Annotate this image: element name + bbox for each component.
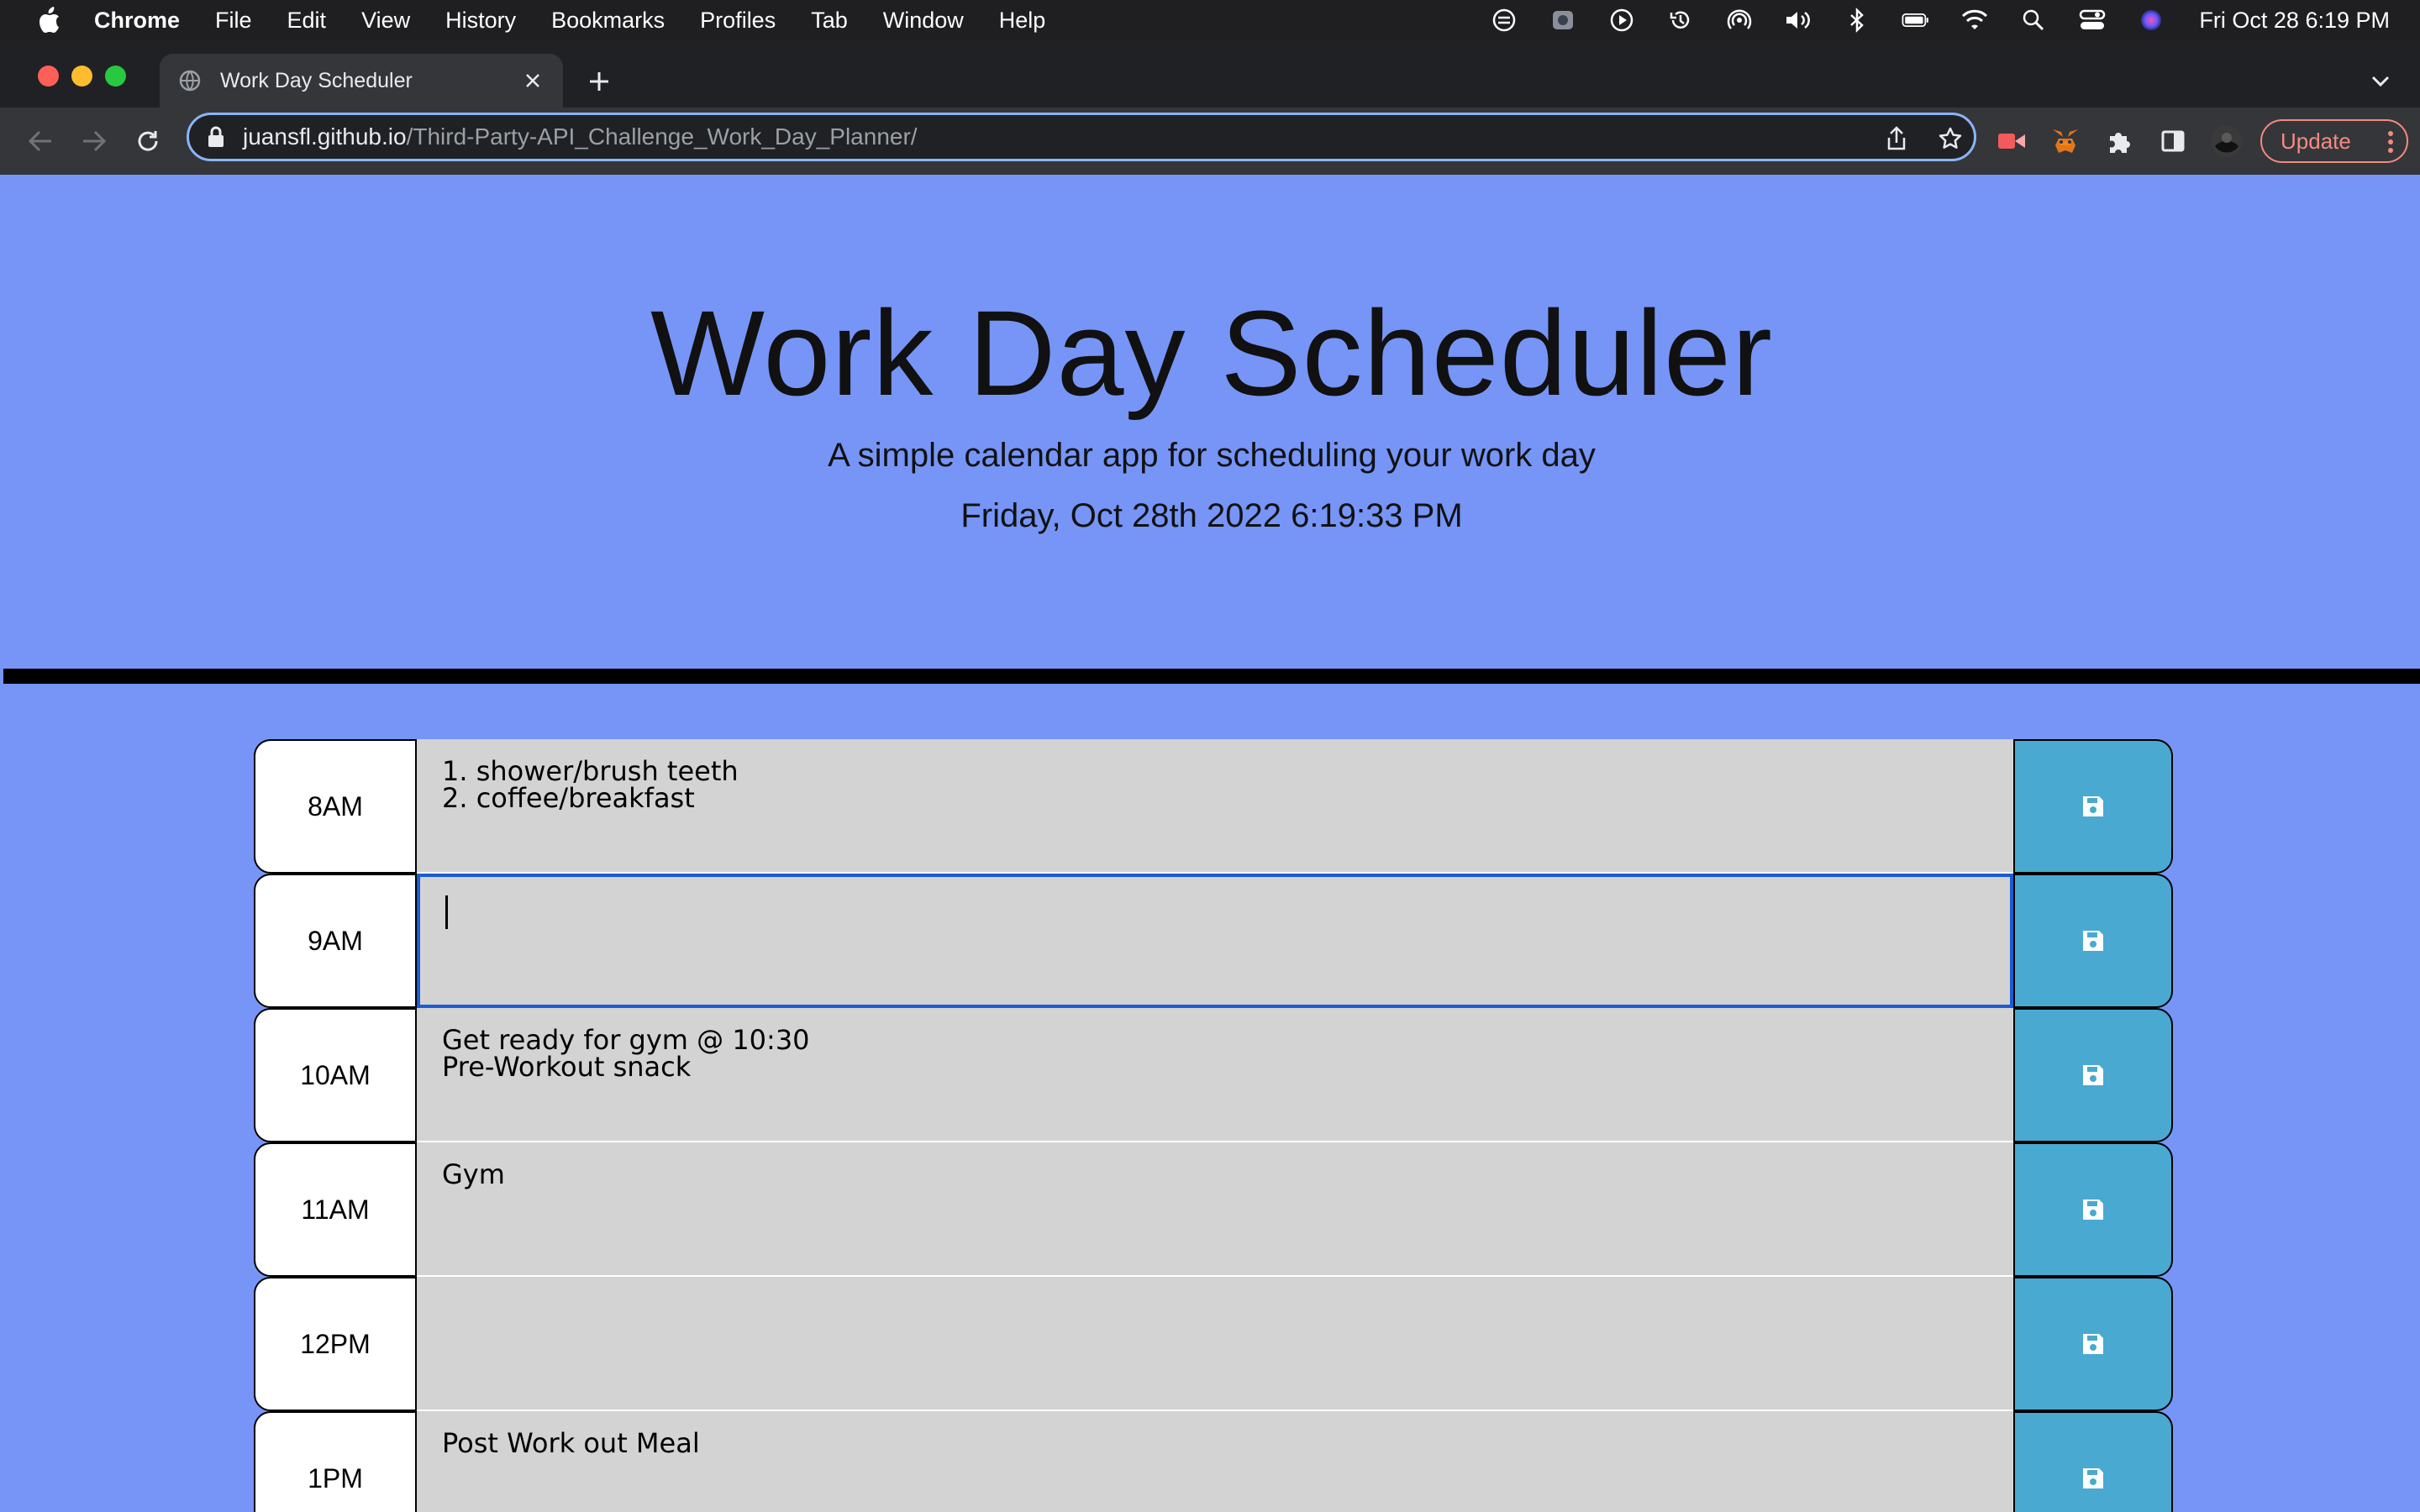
spotlight-search-icon[interactable] (2019, 8, 2048, 33)
time-block-row: 1PM Post Work out Meal (254, 1411, 2173, 1512)
description-textarea[interactable] (417, 1277, 2013, 1411)
menu-view[interactable]: View (361, 8, 410, 34)
time-machine-icon[interactable] (1666, 8, 1695, 33)
tab-close-icon[interactable] (519, 67, 546, 94)
time-block-row: 11AM Gym (254, 1142, 2173, 1277)
forward-arrow-icon[interactable] (77, 124, 111, 158)
save-button[interactable] (2013, 1142, 2173, 1277)
apple-logo-icon[interactable] (37, 7, 60, 34)
back-arrow-icon[interactable] (24, 124, 57, 158)
page-subtitle: A simple calendar app for scheduling you… (828, 437, 1596, 474)
save-floppy-icon (2083, 931, 2103, 951)
description-textarea[interactable]: Post Work out Meal (417, 1411, 2013, 1512)
save-button[interactable] (2013, 1008, 2173, 1142)
bluetooth-icon[interactable] (1843, 8, 1871, 33)
tab-search-chevron-icon[interactable] (2366, 67, 2395, 96)
description-textarea[interactable]: Gym (417, 1142, 2013, 1277)
url-text[interactable]: juansfl.github.io/Third-Party-API_Challe… (243, 123, 918, 150)
save-floppy-icon (2083, 1065, 2103, 1085)
address-bar[interactable]: juansfl.github.io/Third-Party-API_Challe… (187, 113, 1976, 161)
bookmark-star-icon[interactable] (1935, 123, 1965, 154)
wifi-icon[interactable] (1960, 8, 1989, 33)
menu-bookmarks[interactable]: Bookmarks (551, 8, 665, 34)
save-floppy-icon (2083, 796, 2103, 816)
browser-toolbar: juansfl.github.io/Third-Party-API_Challe… (0, 108, 2420, 175)
menu-app-name[interactable]: Chrome (94, 8, 180, 34)
update-label: Update (2281, 128, 2351, 154)
hour-label: 1PM (254, 1411, 417, 1512)
browser-chrome: Work Day Scheduler juansfl.github.io/Thi… (0, 40, 2420, 175)
description-textarea-focused[interactable] (417, 874, 2013, 1008)
menubar-clock[interactable]: Fri Oct 28 6:19 PM (2199, 8, 2390, 34)
extensions-puzzle-icon[interactable] (2102, 124, 2136, 158)
time-block-row: 10AM Get ready for gym @ 10:30 Pre-Worko… (254, 1008, 2173, 1142)
time-block-row: 8AM 1. shower/brush teeth 2. coffee/brea… (254, 739, 2173, 874)
hour-label: 12PM (254, 1277, 417, 1411)
metamask-fox-icon[interactable] (2049, 124, 2082, 158)
macos-menubar: Chrome File Edit View History Bookmarks … (0, 0, 2420, 40)
volume-icon[interactable] (1784, 8, 1812, 33)
hour-label: 9AM (254, 874, 417, 1008)
lock-icon[interactable] (206, 125, 226, 149)
reload-icon[interactable] (131, 124, 165, 158)
extension-video-icon[interactable] (1995, 124, 2028, 158)
save-floppy-icon (2083, 1468, 2103, 1488)
save-button[interactable] (2013, 1277, 2173, 1411)
share-icon[interactable] (1881, 123, 1912, 154)
time-block-row: 9AM (254, 874, 2173, 1008)
page-content: Work Day Scheduler A simple calendar app… (3, 175, 2420, 1512)
window-close-button[interactable] (38, 66, 59, 87)
profile-avatar[interactable] (2210, 124, 2244, 158)
menu-window[interactable]: Window (883, 8, 964, 34)
menu-edit[interactable]: Edit (287, 8, 327, 34)
save-floppy-icon (2083, 1200, 2103, 1220)
tab-title: Work Day Scheduler (220, 68, 413, 92)
header-divider (3, 669, 2420, 684)
vpn-icon[interactable] (1490, 8, 1518, 33)
update-button[interactable]: Update (2260, 119, 2408, 163)
siri-icon[interactable] (2137, 8, 2165, 33)
save-floppy-icon (2083, 1334, 2103, 1354)
play-icon[interactable] (1607, 8, 1636, 33)
save-button[interactable] (2013, 874, 2173, 1008)
control-center-icon[interactable] (2078, 8, 2107, 33)
menu-history[interactable]: History (445, 8, 516, 34)
airdrop-icon[interactable] (1725, 8, 1754, 33)
window-minimize-button[interactable] (71, 66, 92, 87)
description-textarea[interactable]: Get ready for gym @ 10:30 Pre-Workout sn… (417, 1008, 2013, 1142)
globe-icon (179, 70, 201, 92)
tab-strip: Work Day Scheduler (0, 40, 2420, 108)
status-area: Fri Oct 28 6:19 PM (1460, 0, 2390, 40)
window-zoom-button[interactable] (105, 66, 126, 87)
hour-label: 8AM (254, 739, 417, 874)
menu-tab[interactable]: Tab (811, 8, 848, 34)
header-jumbotron: Work Day Scheduler A simple calendar app… (3, 175, 2420, 669)
url-path: /Third-Party-API_Challenge_Work_Day_Plan… (406, 123, 918, 150)
save-button[interactable] (2013, 739, 2173, 874)
page-title: Work Day Scheduler (650, 286, 1773, 421)
new-tab-plus-icon[interactable] (585, 67, 613, 96)
menu-profiles[interactable]: Profiles (700, 8, 776, 34)
menu-help[interactable]: Help (999, 8, 1046, 34)
tab-work-day-scheduler[interactable]: Work Day Scheduler (160, 54, 563, 108)
current-day: Friday, Oct 28th 2022 6:19:33 PM (960, 497, 1463, 534)
more-vertical-icon[interactable] (2386, 129, 2395, 160)
hour-label: 10AM (254, 1008, 417, 1142)
description-textarea[interactable]: 1. shower/brush teeth 2. coffee/breakfas… (417, 739, 2013, 874)
hour-label: 11AM (254, 1142, 417, 1277)
menu-file[interactable]: File (215, 8, 252, 34)
time-block-row: 12PM (254, 1277, 2173, 1411)
text-cursor (445, 895, 448, 929)
side-panel-icon[interactable] (2156, 124, 2190, 158)
url-domain: juansfl.github.io (243, 123, 407, 150)
save-button[interactable] (2013, 1411, 2173, 1512)
app-status-icon[interactable] (1549, 8, 1577, 33)
battery-icon[interactable] (1902, 8, 1930, 33)
